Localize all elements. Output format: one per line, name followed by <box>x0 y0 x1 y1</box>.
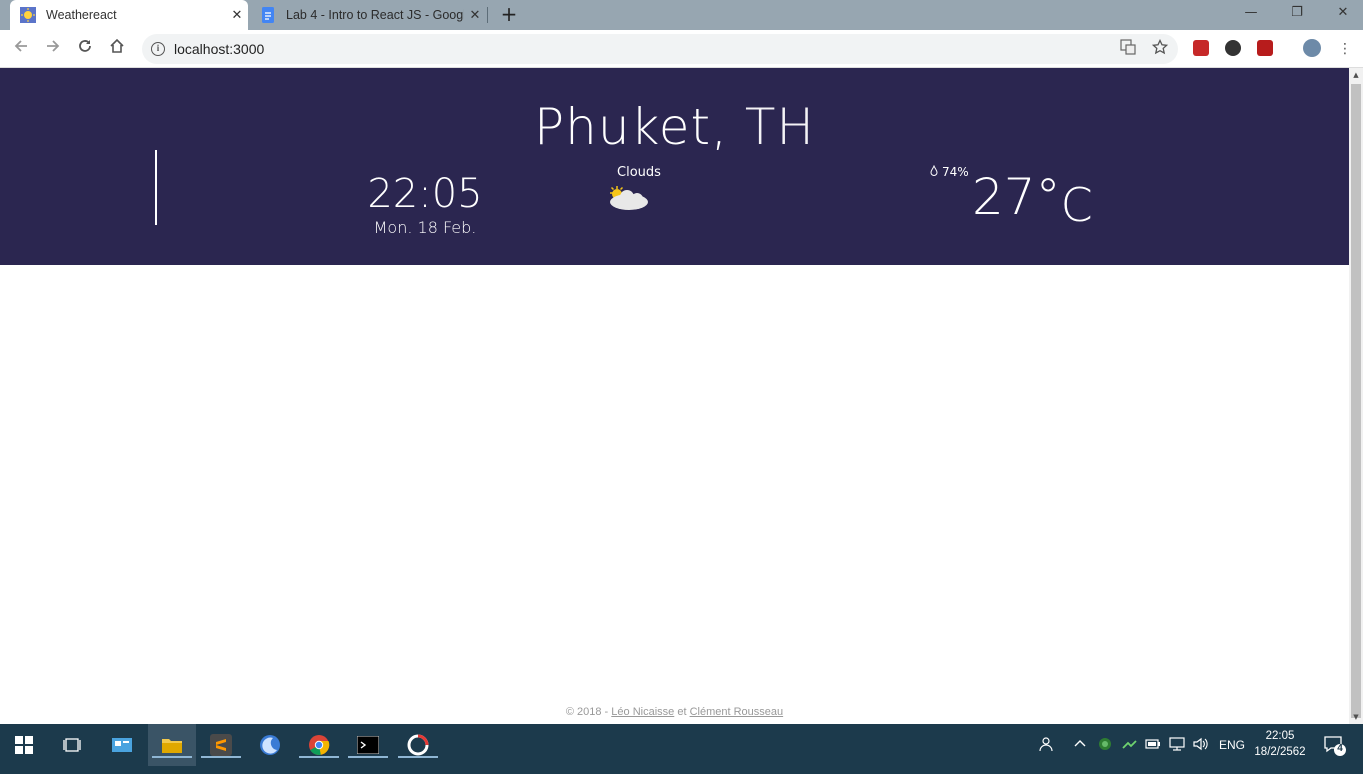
active-indicator <box>348 756 388 758</box>
city-name: Phuket <box>533 98 712 156</box>
battery-icon[interactable] <box>1145 736 1161 755</box>
tray-network-sync-icon[interactable] <box>1121 736 1137 755</box>
chrome-icon[interactable] <box>295 724 343 766</box>
back-arrow-icon[interactable] <box>10 38 32 60</box>
taskbar-clock[interactable]: 22:05 18/2/2562 <box>1254 728 1306 760</box>
humidity: 74% <box>930 164 969 179</box>
page-scrollbar[interactable]: ▲ ▼ <box>1349 68 1363 724</box>
humidity-value: 74% <box>942 165 969 179</box>
control-panel-icon[interactable] <box>98 724 146 766</box>
author-link-clement[interactable]: Clément Rousseau <box>690 706 784 718</box>
site-info-icon[interactable]: i <box>151 42 165 56</box>
clock-time: 22:05 <box>1265 730 1295 742</box>
url-text[interactable]: localhost:3000 <box>174 41 1120 57</box>
tab-weathereact[interactable]: Weathereact ✕ <box>10 0 248 30</box>
profile-avatar-icon[interactable] <box>1303 39 1321 57</box>
action-center-icon[interactable]: 4 <box>1324 735 1348 760</box>
close-window-button[interactable]: ✕ <box>1320 0 1363 30</box>
moon-app-icon[interactable] <box>246 724 294 766</box>
tab-separator <box>487 7 488 23</box>
google-docs-favicon-icon <box>260 7 276 23</box>
network-icon[interactable] <box>1169 736 1185 755</box>
footer-copyright: © 2018 - <box>565 706 612 718</box>
active-indicator <box>398 756 438 758</box>
page-footer: © 2018 - Léo Nicaisse et Clément Roussea… <box>0 706 1349 718</box>
temperature-value: 27° <box>972 168 1061 226</box>
tab-title: Lab 4 - Intro to React JS - Google <box>286 8 464 22</box>
forward-arrow-icon[interactable] <box>42 38 64 60</box>
extension-dark-icon[interactable] <box>1225 40 1241 56</box>
browser-tab-strip: Weathereact ✕ Lab 4 - Intro to React JS … <box>0 0 1363 30</box>
active-indicator <box>201 756 241 758</box>
temperature-unit: C <box>1060 178 1093 232</box>
sublime-text-icon[interactable] <box>197 724 245 766</box>
input-language[interactable]: ENG <box>1219 738 1245 752</box>
task-view-icon[interactable] <box>48 724 96 766</box>
bookmark-star-icon[interactable] <box>1151 38 1172 59</box>
tab-lab4-doc[interactable]: Lab 4 - Intro to React JS - Google ✕ <box>250 0 486 30</box>
minimize-button[interactable]: — <box>1228 0 1274 30</box>
sun-favicon-icon <box>20 7 36 23</box>
local-date: Mon. 18 Feb. <box>373 218 477 237</box>
condition-label: Clouds <box>617 165 661 180</box>
footer-conjunction: et <box>674 706 690 718</box>
browser-toolbar: i localhost:3000 ⋮ <box>0 30 1363 68</box>
city-title: Phuket, TH <box>0 98 1349 156</box>
notification-count: 4 <box>1337 743 1343 754</box>
weather-header: Phuket, TH 22:05 Mon. 18 Feb. Clouds 74%… <box>0 68 1349 265</box>
scroll-up-arrow-icon[interactable]: ▲ <box>1349 71 1363 79</box>
scrollbar-thumb[interactable] <box>1351 84 1361 718</box>
active-indicator <box>299 756 339 758</box>
droplet-icon <box>930 164 938 179</box>
city-separator: , <box>711 98 728 156</box>
tray-app-green-icon[interactable] <box>1097 736 1113 755</box>
show-hidden-icons-icon[interactable] <box>1073 736 1087 753</box>
partly-cloudy-icon <box>607 184 651 212</box>
file-explorer-icon[interactable] <box>148 724 196 766</box>
author-link-leo[interactable]: Léo Nicaisse <box>611 706 674 718</box>
tab-close-icon[interactable]: ✕ <box>226 8 248 23</box>
address-bar[interactable]: i localhost:3000 <box>142 34 1178 64</box>
menu-kebab-icon[interactable]: ⋮ <box>1334 38 1356 60</box>
reload-icon[interactable] <box>74 38 96 60</box>
country-code: TH <box>744 98 816 156</box>
tab-close-icon[interactable]: ✕ <box>464 8 486 23</box>
translate-icon[interactable] <box>1120 39 1140 59</box>
scroll-down-arrow-icon[interactable]: ▼ <box>1349 713 1363 721</box>
clock-date: 18/2/2562 <box>1254 746 1306 758</box>
people-icon[interactable] <box>1037 736 1053 755</box>
home-icon[interactable] <box>106 38 128 60</box>
temperature: 27° C <box>972 168 1093 232</box>
local-time: 22:05 <box>367 171 483 217</box>
windows-start-icon[interactable] <box>0 724 48 766</box>
windows-taskbar: ENG 22:05 18/2/2562 4 <box>0 724 1363 774</box>
divider-line <box>155 150 157 225</box>
recorder-app-icon[interactable] <box>394 724 442 766</box>
extension-red-icon[interactable] <box>1193 40 1209 56</box>
restore-button[interactable]: ❐ <box>1274 0 1320 30</box>
active-indicator <box>152 756 192 758</box>
volume-icon[interactable] <box>1192 736 1208 755</box>
extension-gift-icon[interactable] <box>1257 40 1273 56</box>
tab-title: Weathereact <box>46 8 117 22</box>
new-tab-button[interactable]: + <box>498 3 520 25</box>
terminal-icon[interactable] <box>344 724 392 766</box>
